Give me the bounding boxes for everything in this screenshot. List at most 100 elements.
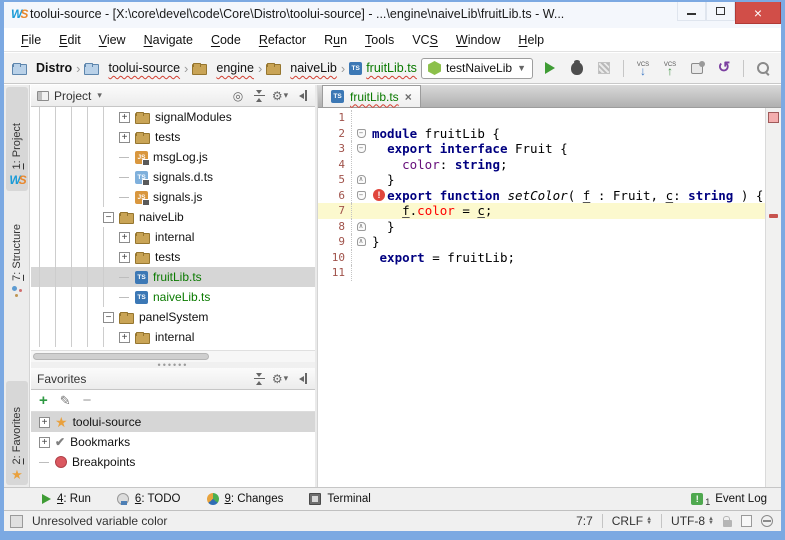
error-quickfix-bulb-icon[interactable]: !: [373, 189, 385, 201]
tree-row[interactable]: JSsignals.js: [31, 187, 315, 207]
expand-icon[interactable]: [119, 132, 130, 143]
tree-row[interactable]: naiveLib: [31, 207, 315, 227]
code-line[interactable]: 8∧ }: [318, 219, 765, 235]
search-everywhere-button[interactable]: [753, 58, 773, 78]
code-line[interactable]: 4 color: string;: [318, 157, 765, 173]
breadcrumb-item[interactable]: Distro: [12, 61, 72, 75]
menu-vcs[interactable]: VCS: [403, 30, 447, 50]
add-favorite-button[interactable]: +: [39, 394, 48, 408]
tool-window-button-terminal[interactable]: Terminal: [309, 493, 370, 505]
hide-panel-button[interactable]: [293, 371, 309, 387]
inspections-hector-icon[interactable]: [761, 515, 773, 527]
menu-refactor[interactable]: Refactor: [250, 30, 315, 50]
caret-position-widget[interactable]: 7:7: [576, 514, 593, 528]
show-changes-button[interactable]: [687, 58, 707, 78]
code-line[interactable]: 9∧}: [318, 234, 765, 250]
expand-icon[interactable]: [119, 332, 130, 343]
collapse-icon[interactable]: [103, 212, 114, 223]
tree-row[interactable]: TSsignals.d.ts: [31, 167, 315, 187]
hide-panel-button[interactable]: [293, 88, 309, 104]
code-editor[interactable]: 12−module fruitLib {3− export interface …: [318, 108, 765, 487]
edit-favorite-button[interactable]: ✎: [60, 393, 71, 409]
close-button[interactable]: ×: [735, 2, 781, 24]
code-line[interactable]: 10 export = fruitLib;: [318, 250, 765, 266]
event-log-button[interactable]: !1 Event Log: [691, 491, 767, 507]
editor-tab-fruitlib[interactable]: TS fruitLib.ts ×: [322, 85, 421, 107]
code-line[interactable]: 11: [318, 265, 765, 281]
expand-icon[interactable]: [119, 232, 130, 243]
tree-row[interactable]: signalModules: [31, 107, 315, 127]
code-line[interactable]: 7 f.color = c;: [318, 203, 765, 219]
expand-icon[interactable]: [119, 252, 130, 263]
chevron-down-icon[interactable]: ▾: [97, 90, 102, 101]
coverage-button[interactable]: [594, 58, 614, 78]
tree-row[interactable]: internal: [31, 227, 315, 247]
tree-row[interactable]: TSnaiveLib.ts: [31, 287, 315, 307]
project-horizontal-scrollbar[interactable]: [31, 350, 315, 362]
code-line[interactable]: 2−module fruitLib {: [318, 126, 765, 142]
remove-favorite-button[interactable]: −: [83, 394, 92, 408]
code-line[interactable]: 3− export interface Fruit {: [318, 141, 765, 157]
tool-tab-favorites[interactable]: 2: Favorites ★: [6, 381, 28, 485]
breadcrumb-item[interactable]: engine: [192, 61, 254, 75]
run-configuration-select[interactable]: testNaiveLib ▼: [421, 58, 533, 79]
fold-marker-icon[interactable]: ∧: [357, 237, 366, 246]
maximize-button[interactable]: [706, 2, 735, 21]
menu-file[interactable]: File: [12, 30, 50, 50]
encoding-select[interactable]: UTF-8▲▼: [671, 514, 714, 528]
highlighting-level-icon[interactable]: [741, 515, 752, 527]
fold-marker-icon[interactable]: ∧: [357, 175, 366, 184]
expand-icon[interactable]: [119, 112, 130, 123]
menu-window[interactable]: Window: [447, 30, 509, 50]
readonly-lock-icon[interactable]: [723, 520, 732, 527]
collapse-all-button[interactable]: [251, 371, 267, 387]
menu-edit[interactable]: Edit: [50, 30, 90, 50]
menu-code[interactable]: Code: [202, 30, 250, 50]
minimize-button[interactable]: [677, 2, 706, 21]
tree-row[interactable]: tests: [31, 247, 315, 267]
tree-row[interactable]: TSfruitLib.ts: [31, 267, 315, 287]
close-tab-icon[interactable]: ×: [405, 90, 412, 104]
code-line[interactable]: 5∧ }: [318, 172, 765, 188]
menu-help[interactable]: Help: [509, 30, 553, 50]
expand-icon[interactable]: [39, 417, 50, 428]
tool-tab-project[interactable]: 1: Project WS: [6, 87, 28, 191]
tool-window-toggle-icon[interactable]: [10, 515, 23, 528]
settings-button[interactable]: ⚙▾: [272, 88, 288, 104]
run-button[interactable]: [540, 58, 560, 78]
tree-row[interactable]: tests: [31, 127, 315, 147]
settings-button[interactable]: ⚙▾: [272, 371, 288, 387]
code-line[interactable]: 1: [318, 110, 765, 126]
tree-row[interactable]: ✔Bookmarks: [31, 432, 315, 452]
tree-row[interactable]: Breakpoints: [31, 452, 315, 472]
menu-view[interactable]: View: [90, 30, 135, 50]
rollback-button[interactable]: ↺: [714, 58, 734, 78]
fold-marker-icon[interactable]: −: [357, 144, 366, 153]
code-line[interactable]: 6−! export function setColor( f : Fruit,…: [318, 188, 765, 204]
line-ending-select[interactable]: CRLF▲▼: [612, 514, 652, 528]
tree-row[interactable]: JSmsgLog.js: [31, 147, 315, 167]
tree-row[interactable]: internal: [31, 327, 315, 347]
breadcrumb-item[interactable]: naiveLib: [266, 61, 337, 75]
scrollbar-thumb[interactable]: [33, 353, 209, 360]
collapse-all-button[interactable]: [251, 88, 267, 104]
error-stripe-mark[interactable]: [769, 214, 778, 218]
title-bar[interactable]: WS toolui-source - [X:\core\devel\code\C…: [4, 2, 781, 28]
vcs-update-button[interactable]: VCS↓: [633, 58, 653, 78]
tool-tab-structure[interactable]: 7: Structure: [6, 197, 28, 301]
menu-run[interactable]: Run: [315, 30, 356, 50]
tool-window-button-9-changes[interactable]: 9: Changes: [207, 493, 284, 505]
error-stripe[interactable]: [765, 108, 781, 487]
vcs-commit-button[interactable]: VCS↑: [660, 58, 680, 78]
breadcrumb-item[interactable]: TSfruitLib.ts: [349, 61, 417, 75]
tree-row[interactable]: ★toolui-source: [31, 412, 315, 432]
fold-marker-icon[interactable]: −: [357, 191, 366, 200]
menu-tools[interactable]: Tools: [356, 30, 403, 50]
menu-navigate[interactable]: Navigate: [135, 30, 202, 50]
debug-button[interactable]: [567, 58, 587, 78]
file-error-indicator[interactable]: [768, 112, 779, 123]
breadcrumb-item[interactable]: toolui-source: [84, 61, 180, 75]
tree-row[interactable]: panelSystem: [31, 307, 315, 327]
fold-marker-icon[interactable]: −: [357, 129, 366, 138]
expand-icon[interactable]: [39, 437, 50, 448]
